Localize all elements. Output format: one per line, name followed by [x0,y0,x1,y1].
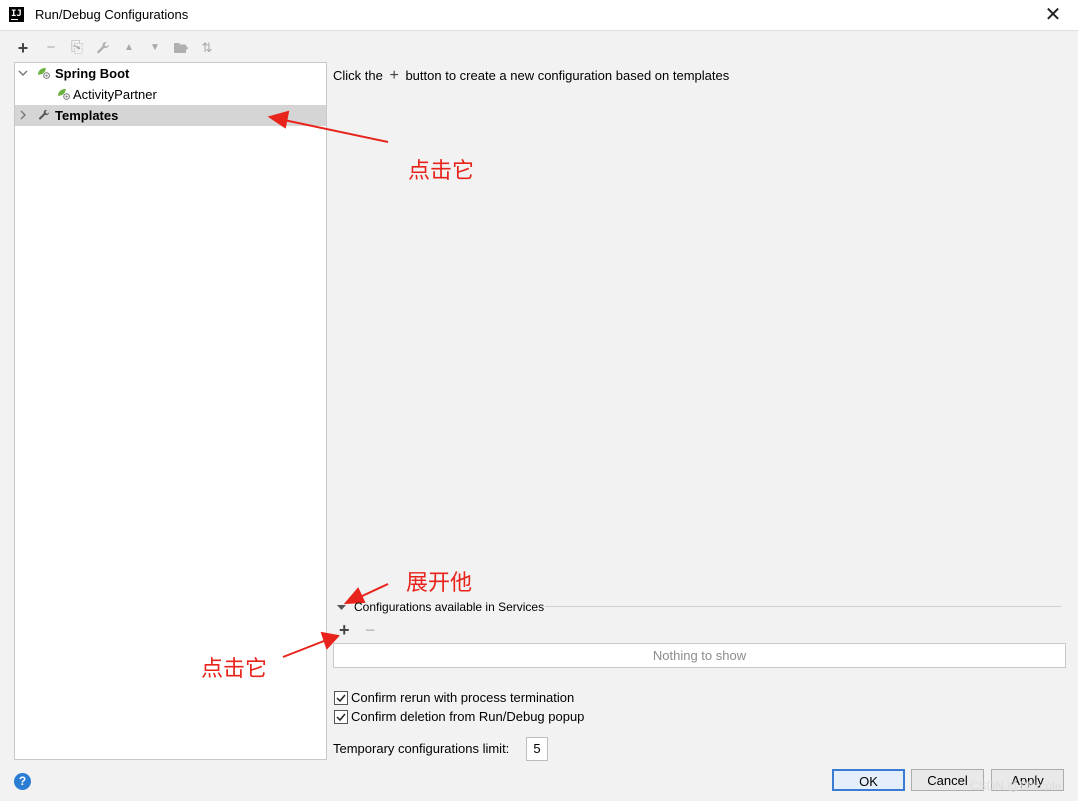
arrow-to-templates [283,119,389,143]
arrow-head-templates [267,110,290,129]
temp-limit-label: Temporary configurations limit: [333,741,510,756]
services-add-button[interactable]: + [339,620,350,641]
services-config-list[interactable]: Nothing to show [333,643,1066,668]
section-divider [545,606,1061,607]
services-remove-button[interactable]: − [365,620,376,641]
arrow-to-add [282,640,325,658]
confirm-rerun-checkbox[interactable] [334,691,348,705]
collapse-toggle-icon[interactable] [337,603,346,612]
confirm-rerun-label: Confirm rerun with process termination [351,690,575,705]
help-icon[interactable]: ? [14,773,31,790]
annotation-arrows [267,110,389,658]
temp-limit-input[interactable]: 5 [526,737,548,761]
checkmark-icon [336,713,346,722]
confirm-deletion-label: Confirm deletion from Run/Debug popup [351,709,585,724]
confirm-deletion-checkbox[interactable] [334,710,348,724]
services-section-title: Configurations available in Services [354,600,545,614]
ok-button[interactable]: OK [832,769,905,791]
arrow-to-toggle [359,583,389,598]
watermark: CSDN @Bkkcole [970,779,1062,793]
empty-list-text: Nothing to show [652,648,747,663]
checkmark-icon [336,694,346,703]
